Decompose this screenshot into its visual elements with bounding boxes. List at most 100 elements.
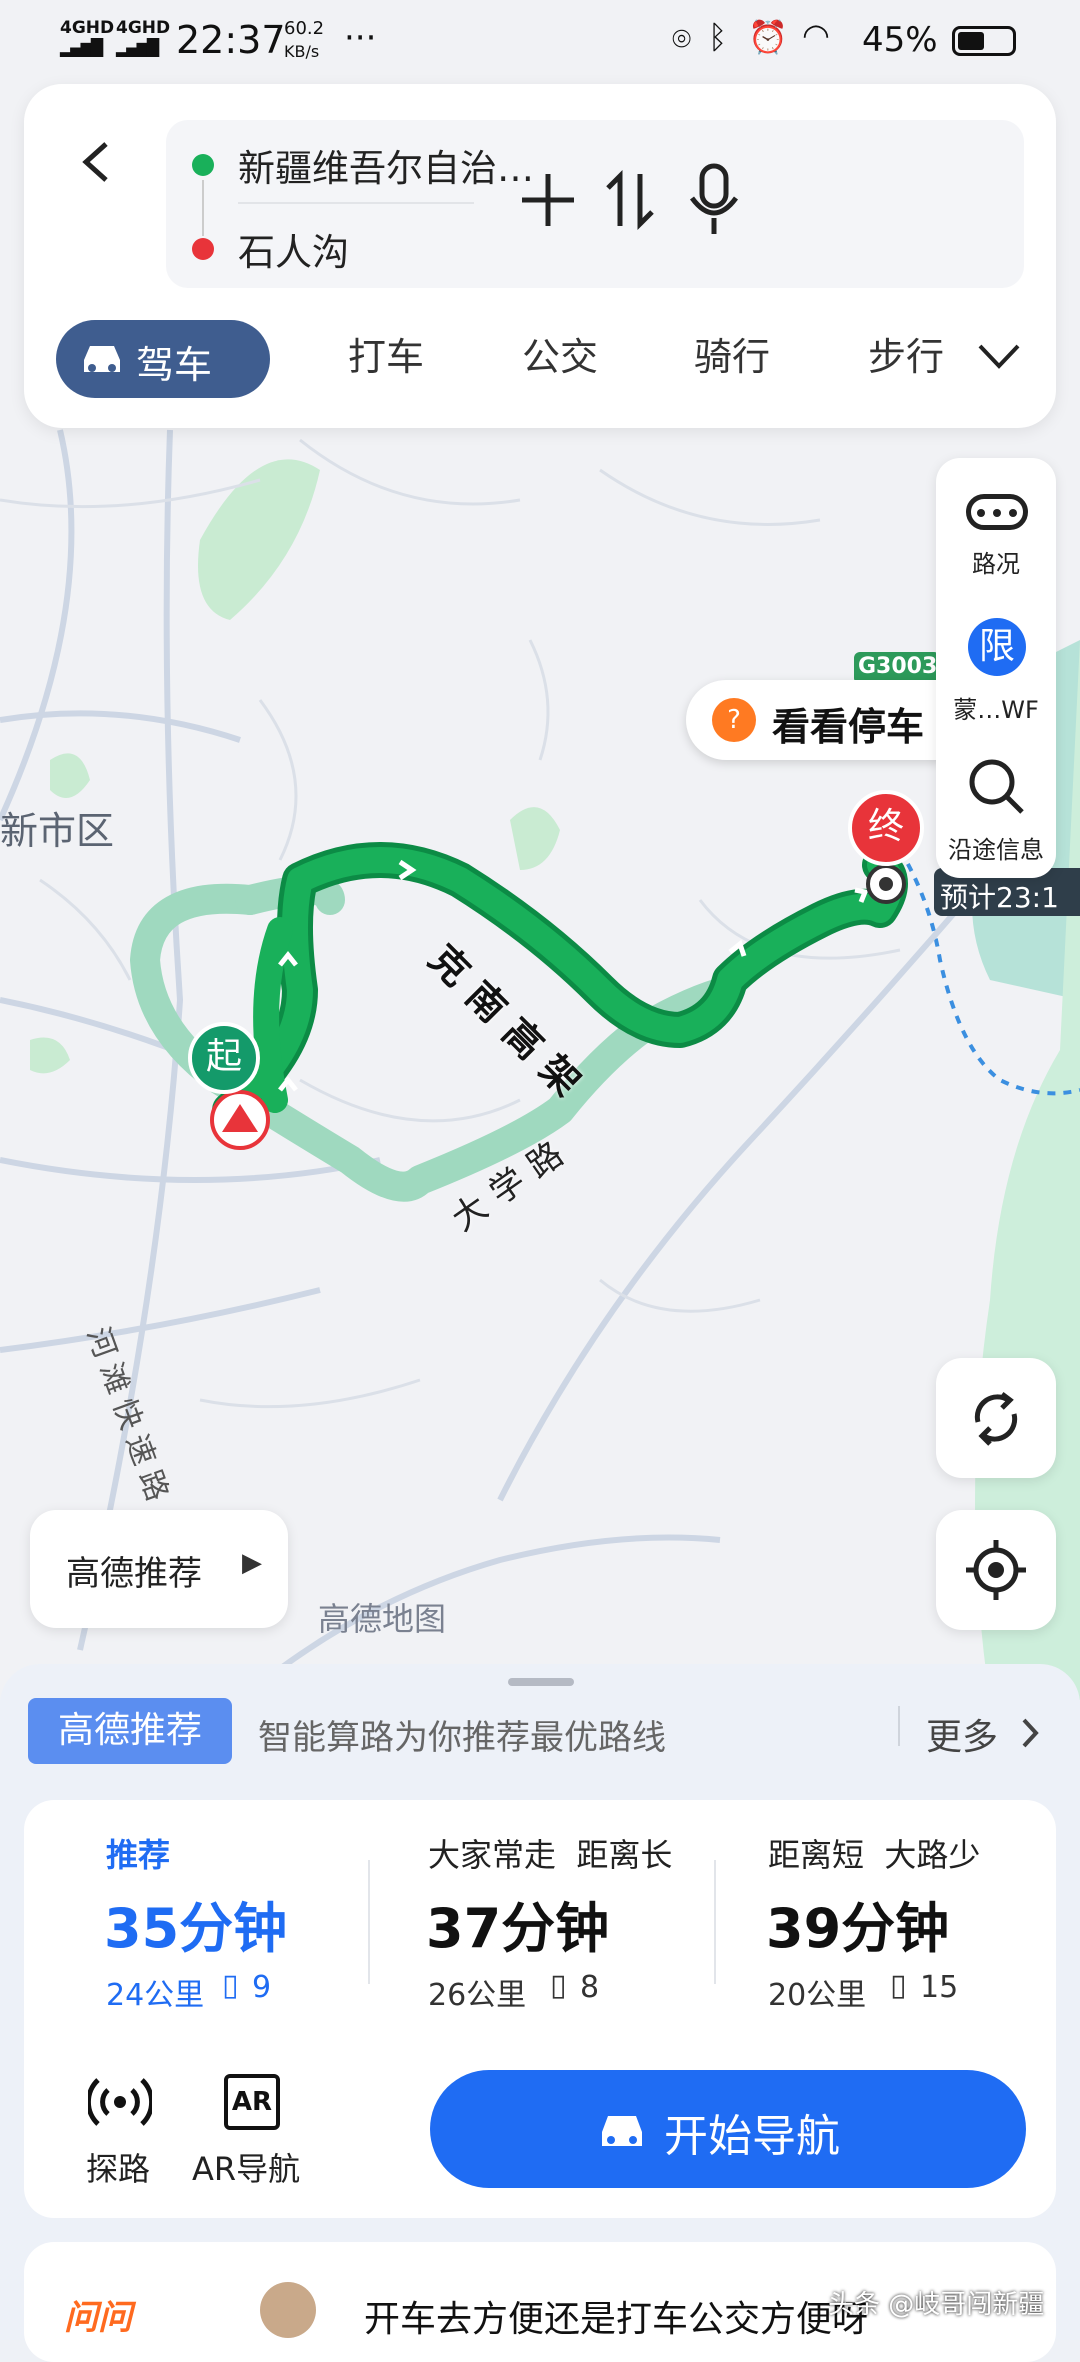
locate-icon [966, 1540, 1026, 1600]
search-icon [969, 759, 1024, 814]
parking-bubble[interactable]: ? 看看停车 [686, 680, 976, 760]
route-distance: 20公里 [768, 1978, 867, 2013]
signal-2: 4GHD [116, 18, 171, 38]
mode-tab-taxi[interactable]: 打车 [348, 326, 424, 381]
route-distance: 24公里 [106, 1978, 205, 2013]
end-marker[interactable]: 终 [848, 790, 924, 866]
traffic-light-icon: ▯ [222, 1968, 239, 2003]
route-tag: 大家常走 距离长 [428, 1836, 673, 1874]
route-time: 35分钟 [104, 1897, 288, 1960]
route-option[interactable]: 推荐 35分钟 24公里 ▯ 9 [24, 1800, 368, 2050]
start-nav-label: 开始导航 [664, 2111, 840, 2162]
chevron-right-icon [1022, 1718, 1039, 1748]
route-lights: 15 [920, 1970, 959, 2005]
divider [898, 1706, 900, 1746]
eta-label: 预计23:1 [940, 881, 1059, 914]
along-route-button[interactable]: 沿途信息 [936, 748, 1056, 868]
highway-shield: G3003 [858, 654, 938, 679]
watermark: 头条 @岐哥闯新疆 [828, 2290, 1045, 2320]
restriction-badge: 限 [968, 618, 1026, 676]
car-icon [84, 346, 120, 372]
traffic-label: 路况 [972, 550, 1020, 578]
recommend-chip[interactable]: 高德推荐 ▶ [30, 1510, 288, 1628]
traffic-icon [966, 494, 1028, 530]
broadcast-icon [88, 2078, 152, 2126]
locate-me-button[interactable] [936, 1510, 1056, 1630]
origin-input[interactable]: 新疆维吾尔自治… [238, 138, 534, 192]
mode-tab-bike[interactable]: 骑行 [694, 326, 770, 381]
restriction-button[interactable]: 限 蒙…WF [936, 610, 1056, 730]
mode-label: 驾车 [136, 343, 213, 387]
connector-line [202, 180, 204, 236]
back-arrow-icon [82, 142, 108, 182]
traffic-light-icon: ▯ [890, 1968, 907, 2003]
location-icon: ⌾ [672, 20, 692, 58]
microphone-icon[interactable] [682, 162, 746, 238]
route-lights: 8 [580, 1970, 600, 2005]
battery-percent: 45% [862, 20, 938, 60]
parking-text: 看看停车 [772, 705, 925, 749]
add-waypoint-icon[interactable] [516, 168, 580, 232]
avatar [260, 2282, 316, 2338]
chevron-down-icon[interactable] [974, 336, 1024, 376]
route-option[interactable]: 大家常走 距离长 37分钟 26公里 ▯ 8 [370, 1800, 714, 2050]
more-label: 更多 [926, 1717, 999, 1758]
destination-input[interactable]: 石人沟 [238, 222, 349, 276]
play-triangle-icon: ▶ [242, 1548, 262, 1578]
route-time: 39分钟 [766, 1897, 950, 1960]
route-lights: 9 [252, 1970, 272, 2005]
status-bar: 4GHD ▂▄▆█ 4GHD ▂▄▆█ 22:37 60.2 KB/s ··· … [0, 0, 1080, 82]
route-tag: 推荐 [106, 1836, 171, 1874]
start-navigation-button[interactable]: 开始导航 [430, 2070, 1026, 2188]
recommend-chip-label: 高德推荐 [66, 1554, 202, 1594]
ar-label: AR导航 [192, 2150, 301, 2188]
along-route-label: 沿途信息 [948, 836, 1044, 864]
refresh-icon [974, 1392, 1018, 1446]
battery-icon [952, 26, 1016, 56]
clock: 22:37 [176, 18, 286, 62]
more-routes-button[interactable]: 更多 [922, 1700, 1052, 1760]
mode-tab-walk[interactable]: 步行 [868, 326, 956, 381]
ar-nav-button[interactable]: AR AR导航 [162, 2070, 342, 2190]
bluetooth-icon: ᛒ [708, 18, 728, 56]
origin-dot [192, 154, 214, 176]
route-input-box: 新疆维吾尔自治… 石人沟 [166, 120, 1024, 288]
more-status: ··· [344, 18, 377, 58]
wifi-icon: ◠ [802, 16, 830, 54]
car-icon [602, 2116, 642, 2146]
recommend-desc: 智能算路为你推荐最优路线 [258, 1718, 666, 1758]
district-label: 新市区 [0, 809, 115, 853]
ask-text: 开车去方便还是打车公交方便呀 [364, 2299, 869, 2340]
ask-logo: 问问 [64, 2298, 132, 2338]
explore-label: 探路 [86, 2150, 151, 2188]
alarm-icon: ⏰ [748, 18, 788, 56]
swap-route-icon[interactable] [598, 168, 662, 232]
input-divider [238, 202, 474, 204]
mode-tab-transit[interactable]: 公交 [522, 326, 598, 381]
signal-1: 4GHD [60, 18, 115, 38]
start-marker[interactable]: 起 [188, 1022, 260, 1094]
map-watermark: 高德地图 [318, 1600, 447, 1638]
drag-handle[interactable] [508, 1678, 574, 1686]
destination-dot [192, 238, 214, 260]
net-unit: KB/s [284, 42, 320, 61]
route-option[interactable]: 距离短 大路少 39分钟 20公里 ▯ 15 [716, 1800, 1056, 2050]
route-time: 37分钟 [426, 1897, 610, 1960]
map-tools-rail: 路况 限 蒙…WF 沿途信息 [936, 458, 1056, 878]
traffic-button[interactable]: 路况 [936, 472, 1056, 592]
recommend-tag: 高德推荐 [28, 1698, 232, 1764]
back-button[interactable] [68, 132, 128, 192]
mode-tab-drive[interactable]: 驾车 [56, 320, 270, 398]
ar-icon: AR [224, 2074, 280, 2130]
refresh-route-button[interactable] [936, 1358, 1056, 1478]
route-distance: 26公里 [428, 1978, 527, 2013]
route-search-card: 新疆维吾尔自治… 石人沟 驾车 打车 公交 骑行 步行 [24, 84, 1056, 428]
parking-icon: ? [712, 698, 756, 742]
route-tag: 距离短 大路少 [768, 1836, 981, 1874]
signal-bars-icon: ▂▄▆█ [60, 38, 103, 57]
traffic-light-icon: ▯ [550, 1968, 567, 2003]
restriction-label: 蒙…WF [953, 696, 1039, 724]
signal-bars-icon: ▂▄▆█ [116, 38, 159, 57]
net-speed: 60.2 [284, 18, 325, 39]
explore-button[interactable]: 探路 [64, 2070, 174, 2190]
